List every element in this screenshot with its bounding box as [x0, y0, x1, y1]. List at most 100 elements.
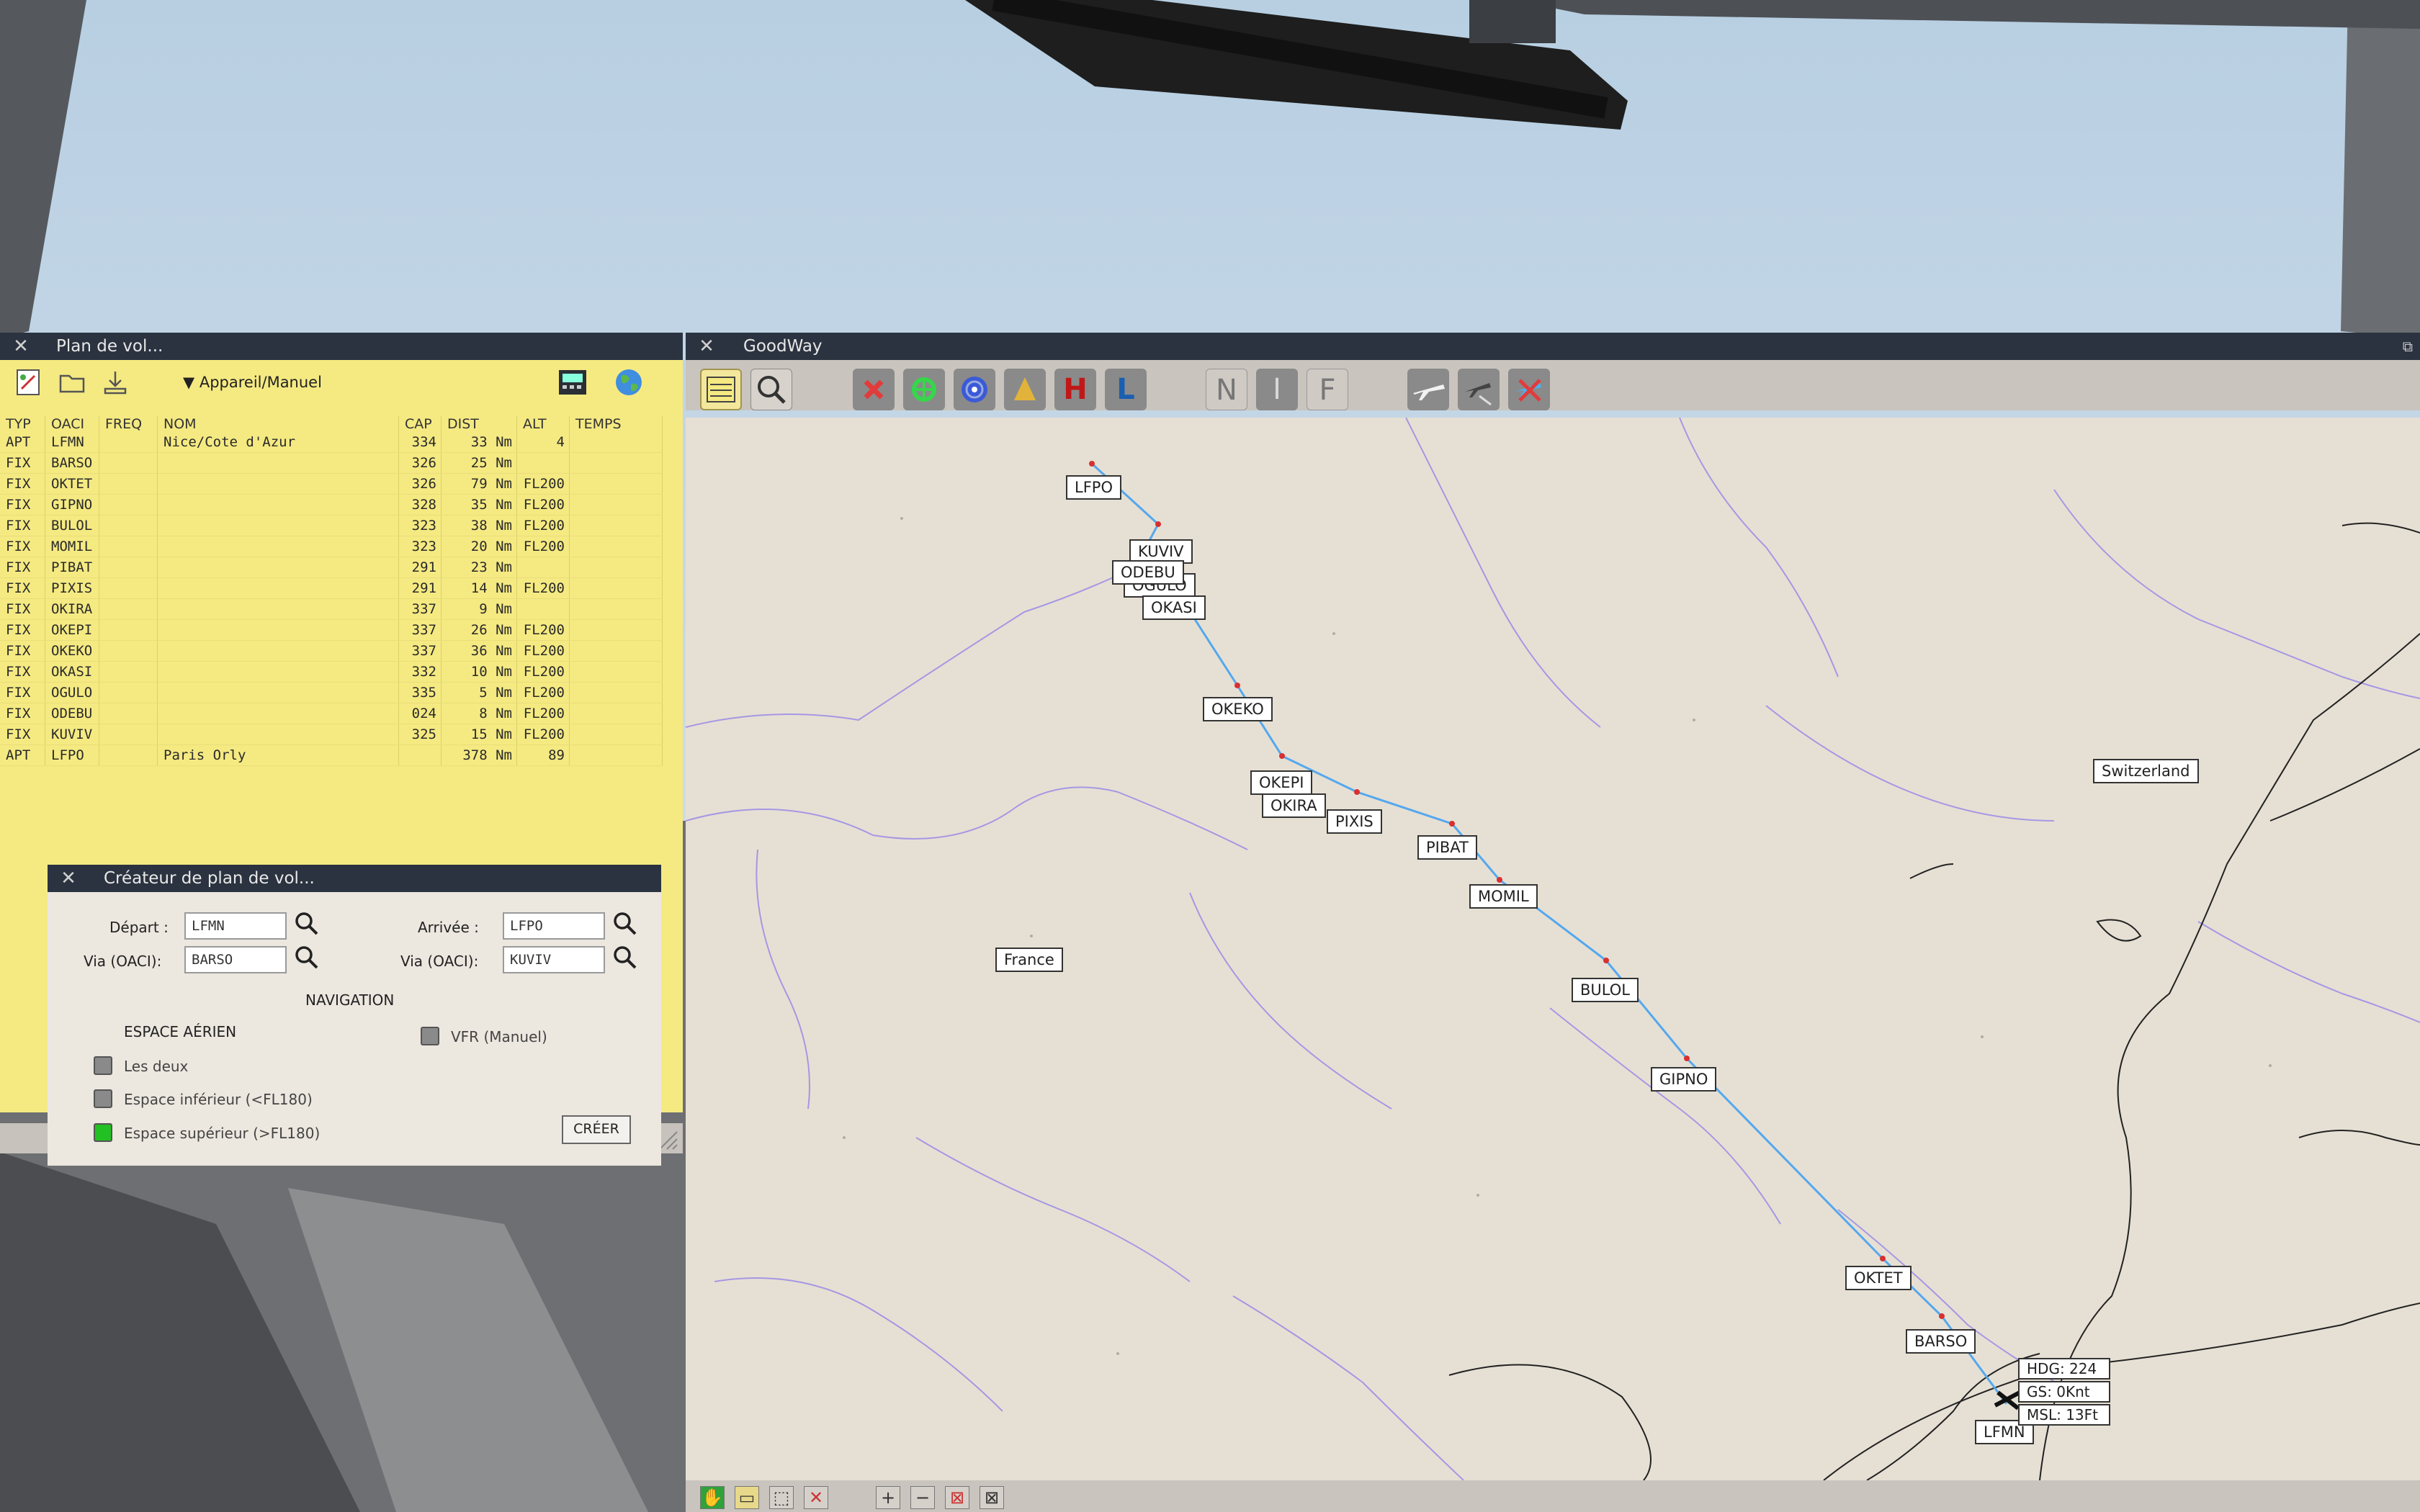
create-button[interactable]: CRÉER: [562, 1115, 631, 1144]
cell-temps: [569, 619, 663, 641]
cell-alt: FL200: [516, 703, 570, 724]
cell-dist: 33 Nm: [441, 432, 517, 453]
follow-button[interactable]: F: [1307, 369, 1348, 410]
zoom-in-icon[interactable]: +: [876, 1486, 900, 1509]
aircraft-icon[interactable]: [1407, 369, 1449, 410]
altitude-readout: MSL: 13Ft: [2018, 1404, 2110, 1426]
search-icon[interactable]: [612, 911, 638, 937]
zoom-route-icon[interactable]: ⊠: [945, 1486, 969, 1509]
waypoint-label-gipno[interactable]: GIPNO: [1651, 1067, 1717, 1092]
heading-readout: HDG: 224: [2018, 1358, 2110, 1380]
cell-alt: 4: [516, 432, 570, 453]
col-alt: ALT: [516, 416, 570, 432]
vor-filter-icon[interactable]: [853, 369, 895, 410]
table-row[interactable]: APT LFPO Paris Orly 378 Nm 89: [0, 744, 663, 766]
airspace-heading: ESPACE AÉRIEN: [124, 1023, 237, 1040]
zoom-fit-icon[interactable]: ⊠: [980, 1486, 1004, 1509]
fms-icon[interactable]: [557, 367, 588, 397]
north-up-button[interactable]: N: [1206, 369, 1247, 410]
les-deux-checkbox[interactable]: [94, 1056, 112, 1075]
cell-freq: [99, 473, 158, 495]
dme-filter-icon[interactable]: [954, 369, 995, 410]
depart-input[interactable]: LFMN: [184, 912, 287, 940]
aircraft-menu-label: Appareil/Manuel: [199, 374, 322, 391]
remove-icon[interactable]: ✕: [804, 1486, 828, 1509]
ndb-filter-icon[interactable]: [903, 369, 945, 410]
col-cap: CAP: [398, 416, 442, 432]
high-airways-button[interactable]: H: [1054, 369, 1096, 410]
via-input-2[interactable]: KUVIV: [503, 946, 605, 973]
ruler-icon[interactable]: ▭: [735, 1486, 759, 1509]
table-row[interactable]: FIX MOMIL 323 20 Nm FL200: [0, 536, 663, 557]
low-airways-button[interactable]: L: [1105, 369, 1147, 410]
waypoint-label-okeko[interactable]: OKEKO: [1203, 697, 1273, 721]
waypoint-label-oktet[interactable]: OKTET: [1845, 1266, 1912, 1290]
traffic-icon[interactable]: [1458, 369, 1500, 410]
arrivee-input[interactable]: LFPO: [503, 912, 605, 940]
cell-temps: [569, 724, 663, 745]
cell-typ: FIX: [0, 703, 45, 724]
table-row[interactable]: FIX OKEKO 337 36 Nm FL200: [0, 640, 663, 662]
search-icon[interactable]: [294, 911, 320, 937]
waypoint-label-pixis[interactable]: PIXIS: [1327, 809, 1382, 834]
clear-route-icon[interactable]: [1508, 369, 1550, 410]
waypoint-label-bulol[interactable]: BULOL: [1572, 978, 1639, 1002]
via-input-1[interactable]: BARSO: [184, 946, 287, 973]
open-folder-icon[interactable]: [58, 367, 86, 397]
vfr-checkbox[interactable]: [421, 1027, 439, 1045]
table-row[interactable]: FIX OGULO 335 5 Nm FL200: [0, 682, 663, 703]
espace-superieur-checkbox[interactable]: [94, 1123, 112, 1142]
cell-nom: [157, 473, 399, 495]
cell-temps: [569, 452, 663, 474]
zoom-out-icon[interactable]: −: [910, 1486, 935, 1509]
waypoint-label-lfpo[interactable]: LFPO: [1066, 475, 1121, 500]
search-icon[interactable]: [612, 945, 638, 971]
goodway-window: ✕ GoodWay ⧉ H L N I F LFPO KUVIV OGULO O…: [686, 333, 2420, 1512]
new-plan-icon[interactable]: [14, 367, 43, 397]
waypoint-label-pibat[interactable]: PIBAT: [1417, 835, 1477, 860]
cell-dist: 26 Nm: [441, 619, 517, 641]
flight-plan-toggle-icon[interactable]: [700, 369, 742, 410]
close-icon[interactable]: ✕: [696, 333, 717, 360]
table-row[interactable]: FIX OKTET 326 79 Nm FL200: [0, 473, 663, 495]
search-icon[interactable]: [294, 945, 320, 971]
table-row[interactable]: FIX PIBAT 291 23 Nm: [0, 557, 663, 578]
table-row[interactable]: FIX BARSO 326 25 Nm: [0, 452, 663, 474]
goodway-bottom-toolbar: ✋ ▭ ⬚ ✕ + − ⊠ ⊠: [686, 1480, 2420, 1512]
table-row[interactable]: FIX ODEBU 024 8 Nm FL200: [0, 703, 663, 724]
table-row[interactable]: FIX KUVIV 325 15 Nm FL200: [0, 724, 663, 745]
pan-hand-icon[interactable]: ✋: [700, 1486, 725, 1509]
restore-icon[interactable]: ⧉: [2403, 333, 2413, 360]
table-row[interactable]: FIX OKIRA 337 9 Nm: [0, 598, 663, 620]
waypoint-label-odebu[interactable]: ODEBU: [1112, 560, 1184, 585]
cell-typ: FIX: [0, 452, 45, 474]
waypoint-label-okepi[interactable]: OKEPI: [1250, 770, 1313, 795]
table-row[interactable]: FIX GIPNO 328 35 Nm FL200: [0, 494, 663, 516]
table-row[interactable]: FIX OKEPI 337 26 Nm FL200: [0, 619, 663, 641]
waypoint-label-okira[interactable]: OKIRA: [1262, 793, 1326, 818]
fix-filter-icon[interactable]: [1004, 369, 1046, 410]
espace-inferieur-checkbox[interactable]: [94, 1089, 112, 1108]
waypoint-label-okasi[interactable]: OKASI: [1142, 595, 1206, 620]
close-icon[interactable]: ✕: [10, 333, 32, 360]
cell-oaci: BARSO: [45, 452, 99, 474]
select-area-icon[interactable]: ⬚: [769, 1486, 794, 1509]
download-icon[interactable]: [101, 367, 130, 397]
cell-dist: 79 Nm: [441, 473, 517, 495]
table-row[interactable]: FIX PIXIS 291 14 Nm FL200: [0, 577, 663, 599]
waypoint-label-momil[interactable]: MOMIL: [1469, 884, 1538, 909]
aircraft-menu[interactable]: ▼ Appareil/Manuel: [183, 367, 356, 397]
cell-temps: [569, 682, 663, 703]
cell-dist: 35 Nm: [441, 494, 517, 516]
table-row[interactable]: APT LFMN Nice/Cote d'Azur 334 33 Nm 4: [0, 432, 663, 453]
cell-alt: [516, 557, 570, 578]
navigation-map[interactable]: LFPO KUVIV OGULO ODEBU OKASI OKEKO OKEPI…: [686, 418, 2420, 1480]
close-icon[interactable]: ✕: [58, 865, 79, 892]
table-row[interactable]: FIX OKASI 332 10 Nm FL200: [0, 661, 663, 683]
window-title: Créateur de plan de vol...: [104, 869, 315, 888]
waypoint-label-barso[interactable]: BARSO: [1906, 1329, 1976, 1354]
info-button[interactable]: I: [1256, 369, 1298, 410]
table-row[interactable]: FIX BULOL 323 38 Nm FL200: [0, 515, 663, 536]
search-icon[interactable]: [750, 369, 792, 410]
globe-icon[interactable]: [614, 367, 644, 397]
